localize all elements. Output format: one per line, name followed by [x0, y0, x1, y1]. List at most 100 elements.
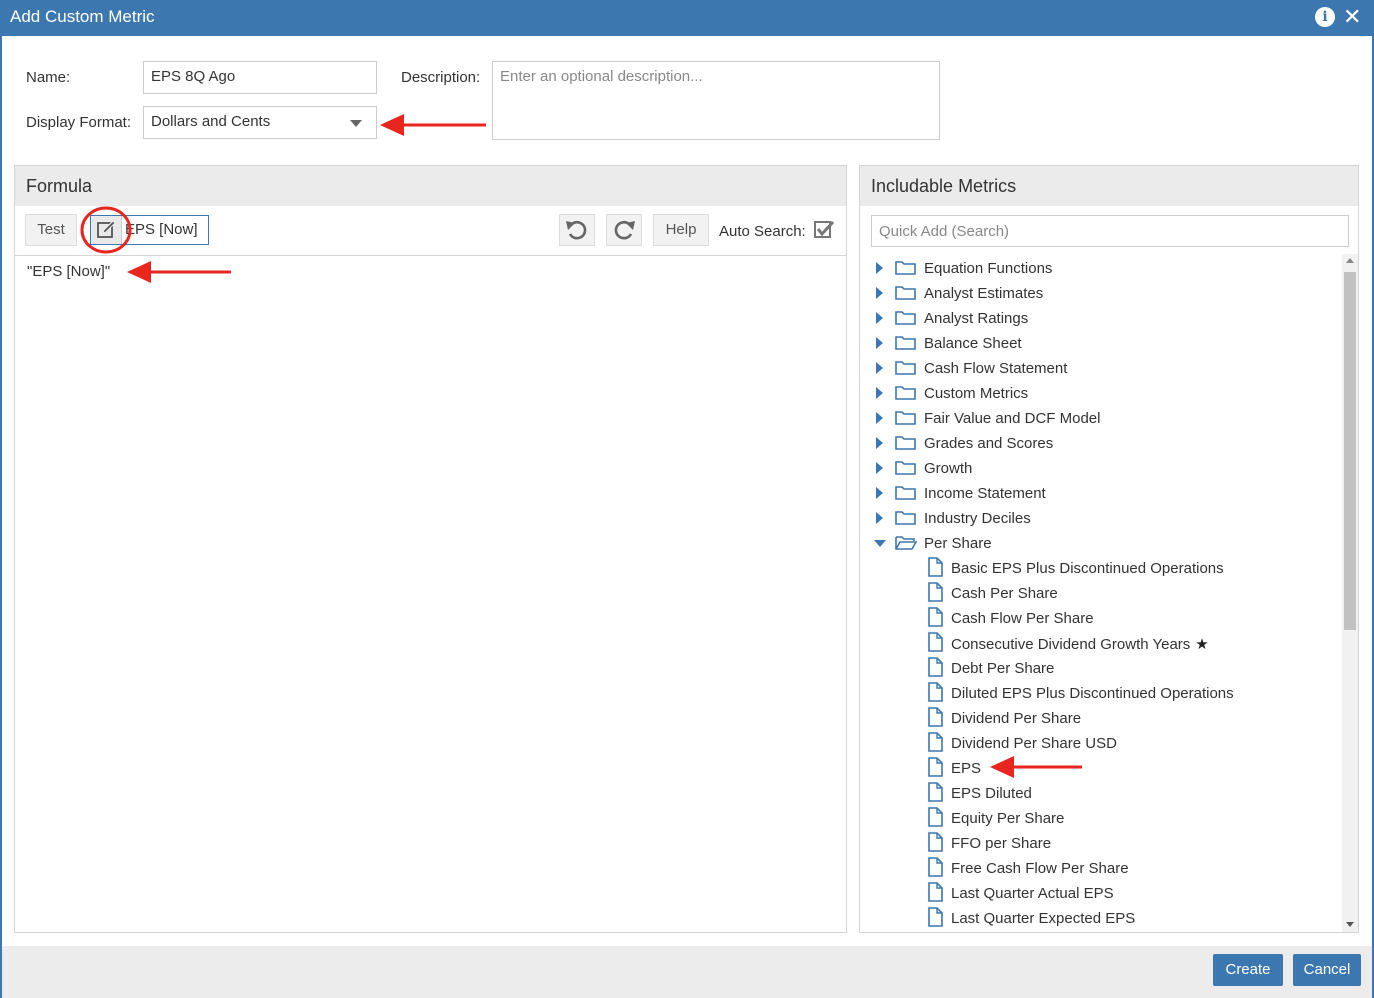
file-icon [926, 882, 944, 906]
quick-add-search-input[interactable]: Quick Add (Search) [871, 215, 1349, 247]
redo-icon [614, 220, 635, 240]
folder-icon [894, 258, 918, 280]
annotation-arrow-icon [990, 756, 1082, 778]
tree-folder-label: Growth [924, 460, 973, 477]
file-icon [926, 582, 944, 606]
file-icon [926, 832, 944, 856]
tree-folder-label: Analyst Estimates [924, 285, 1044, 302]
folder-icon [894, 483, 918, 505]
tree-folder-label: Income Statement [924, 485, 1046, 502]
file-icon [926, 782, 944, 806]
file-icon [926, 857, 944, 881]
scrollbar-thumb[interactable] [1344, 272, 1356, 630]
test-button[interactable]: Test [25, 214, 77, 246]
tree-metric-label: Debt Per Share [951, 660, 1055, 677]
description-placeholder: Enter an optional description... [500, 68, 703, 85]
description-label: Description: [401, 69, 481, 86]
caret-right-icon[interactable] [876, 487, 883, 499]
tree-folder-label: Grades and Scores [924, 435, 1054, 452]
caret-right-icon[interactable] [876, 312, 883, 324]
tree-metric-label: Consecutive Dividend Growth Years ★ [951, 636, 1209, 653]
caret-right-icon[interactable] [876, 337, 883, 349]
tree-metric-label: Free Cash Flow Per Share [951, 860, 1129, 877]
dialog-title: Add Custom Metric [10, 7, 155, 26]
folder-icon [894, 458, 918, 480]
tree-folder-label: Equation Functions [924, 260, 1053, 277]
tree-folder-label: Per Share [924, 535, 992, 552]
annotation-circle-icon [80, 206, 132, 254]
star-icon: ★ [1195, 636, 1209, 653]
formula-panel: Formula Test EPS [Now] Help Auto Search: [14, 165, 847, 933]
file-icon [926, 707, 944, 731]
caret-right-icon[interactable] [876, 437, 883, 449]
metrics-tree: Equation Functions Analyst Estimates Analy… [860, 254, 1340, 932]
annotation-arrow-icon [127, 261, 231, 283]
display-format-label: Display Format: [26, 114, 132, 131]
file-icon [926, 907, 944, 931]
caret-right-icon[interactable] [876, 412, 883, 424]
folder-icon [894, 308, 918, 330]
description-textarea[interactable]: Enter an optional description... [492, 61, 940, 140]
display-format-select[interactable]: Dollars and Cents [143, 106, 377, 139]
tree-folder-label: Fair Value and DCF Model [924, 410, 1101, 427]
folder-open-icon [894, 533, 918, 555]
folder-icon [894, 408, 918, 430]
tree-folder-label: Custom Metrics [924, 385, 1029, 402]
tree-metric-label: FFO per Share [951, 835, 1052, 852]
dialog-titlebar: Add Custom Metric i ✕ [0, 0, 1374, 36]
annotation-arrow-icon [380, 114, 486, 136]
tree-metric-label: Dividend Per Share [951, 710, 1082, 727]
file-icon [926, 657, 944, 681]
tree-metric-label: EPS [951, 760, 982, 777]
tree-metric-label: Equity Per Share [951, 810, 1065, 827]
redo-button[interactable] [606, 214, 642, 246]
scroll-up-icon[interactable] [1346, 258, 1354, 263]
file-icon [926, 757, 944, 781]
includable-title: Includable Metrics [860, 166, 1358, 206]
tree-metric-label: Cash Flow Per Share [951, 610, 1094, 627]
includable-metrics-panel: Includable Metrics Quick Add (Search) Eq… [859, 165, 1359, 933]
auto-search-checkbox[interactable] [813, 219, 837, 241]
scrollbar[interactable] [1342, 254, 1358, 932]
caret-right-icon[interactable] [876, 262, 883, 274]
chevron-down-icon [350, 120, 362, 127]
folder-icon [894, 358, 918, 380]
undo-icon [566, 220, 587, 240]
dialog-footer [2, 946, 1372, 998]
file-icon [926, 632, 944, 656]
caret-right-icon[interactable] [876, 387, 883, 399]
formula-editor[interactable]: "EPS [Now]" [27, 263, 110, 280]
create-button[interactable]: Create [1213, 954, 1283, 986]
folder-icon [894, 433, 918, 455]
caret-right-icon[interactable] [876, 512, 883, 524]
undo-button[interactable] [559, 214, 595, 246]
formula-chip-label: EPS [Now] [125, 221, 198, 238]
frame-border-left [0, 36, 2, 998]
search-placeholder: Quick Add (Search) [879, 223, 1010, 240]
caret-right-icon[interactable] [876, 462, 883, 474]
info-icon[interactable]: i [1315, 7, 1335, 27]
formula-title: Formula [15, 166, 846, 206]
tree-folder-label: Cash Flow Statement [924, 360, 1068, 377]
tree-metric-label: Diluted EPS Plus Discontinued Operations [951, 685, 1234, 702]
caret-down-icon[interactable] [874, 540, 886, 547]
file-icon [926, 682, 944, 706]
file-icon [926, 807, 944, 831]
cancel-button[interactable]: Cancel [1293, 954, 1361, 986]
caret-right-icon[interactable] [876, 287, 883, 299]
file-icon [926, 557, 944, 581]
display-format-value: Dollars and Cents [151, 113, 271, 130]
folder-icon [894, 333, 918, 355]
caret-right-icon[interactable] [876, 362, 883, 374]
tree-metric-label: Cash Per Share [951, 585, 1058, 602]
close-icon[interactable]: ✕ [1343, 4, 1361, 30]
tree-folder-label: Industry Deciles [924, 510, 1031, 527]
tree-metric-label: Last Quarter Actual EPS [951, 885, 1114, 902]
tree-folder-label: Analyst Ratings [924, 310, 1029, 327]
help-button[interactable]: Help [653, 214, 709, 246]
file-icon [926, 607, 944, 631]
scroll-down-icon[interactable] [1346, 922, 1354, 927]
auto-search-label: Auto Search: [719, 223, 806, 240]
name-input[interactable]: EPS 8Q Ago [143, 61, 377, 94]
folder-icon [894, 508, 918, 530]
